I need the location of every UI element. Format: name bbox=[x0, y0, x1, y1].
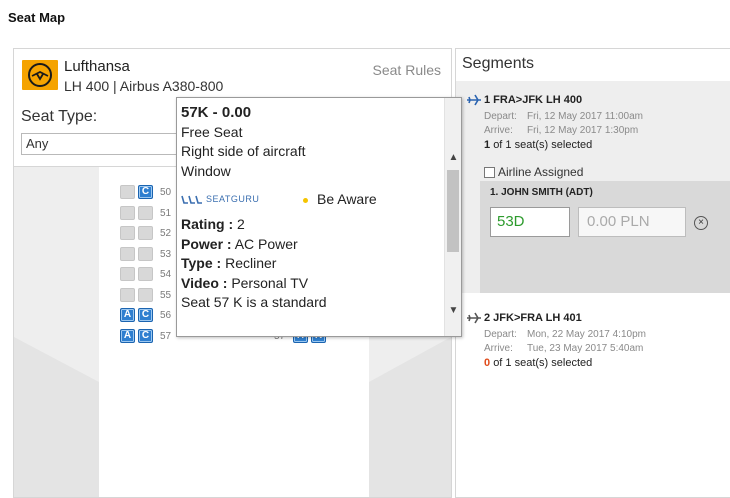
scroll-up-icon[interactable]: ▲ bbox=[445, 150, 461, 166]
arrive-value: Fri, 12 May 2017 1:30pm bbox=[527, 125, 639, 136]
seat-available[interactable]: C bbox=[138, 185, 153, 199]
seat-occupied bbox=[120, 267, 135, 281]
power-label: Power : bbox=[181, 235, 232, 252]
passenger-name: 1. JOHN SMITH (ADT) bbox=[490, 187, 593, 198]
rating-value: 2 bbox=[237, 216, 245, 232]
seatguru-row: SEATGURU Be Aware bbox=[181, 185, 443, 215]
selected-count-value: 0 bbox=[484, 357, 491, 369]
seat-occupied bbox=[120, 205, 135, 220]
rating-label: Rating : bbox=[181, 216, 234, 232]
depart-label: Depart: bbox=[484, 111, 517, 122]
airline-assigned-option[interactable]: Airline Assigned bbox=[484, 165, 583, 179]
seat-occupied bbox=[120, 226, 135, 240]
seat-available[interactable]: C bbox=[138, 308, 153, 322]
seat-available[interactable]: A bbox=[120, 328, 135, 343]
flight-info: LH 400 | Airbus A380-800 bbox=[64, 78, 224, 94]
segments-title: Segments bbox=[462, 55, 535, 72]
seatguru-logo: SEATGURU bbox=[181, 190, 291, 210]
tooltip-line-window: Window bbox=[181, 162, 231, 179]
type-value: Recliner bbox=[225, 255, 277, 271]
depart-value: Mon, 22 May 2017 4:10pm bbox=[527, 329, 646, 340]
arrive-value: Tue, 23 May 2017 5:40am bbox=[527, 343, 644, 354]
be-aware-dot-icon bbox=[303, 197, 308, 203]
type-row: Type : Recliner bbox=[181, 254, 443, 274]
video-row: Video : Personal TV bbox=[181, 274, 443, 294]
segments-panel: Segments 1 FRA>JFK LH 400 Depart: Fri, 12… bbox=[455, 48, 730, 498]
video-value: Personal TV bbox=[231, 274, 309, 291]
row-number: 55 bbox=[160, 289, 172, 301]
seat-info-tooltip: 57K - 0.00 Free Seat Right side of aircr… bbox=[176, 97, 462, 337]
seat-occupied bbox=[138, 246, 153, 261]
rating-row: Rating : 2 bbox=[181, 215, 443, 235]
seat-number-input[interactable]: 53D bbox=[490, 207, 570, 237]
plane-icon bbox=[467, 312, 481, 324]
arrive-row: Arrive: Tue, 23 May 2017 5:40am bbox=[484, 343, 643, 354]
row-number: 56 bbox=[160, 310, 172, 321]
seat-type-select[interactable]: Any bbox=[21, 133, 191, 155]
depart-row: Depart: Fri, 12 May 2017 11:00am bbox=[484, 111, 643, 122]
segment-heading: 2 JFK>FRA LH 401 bbox=[484, 312, 582, 324]
tooltip-description: Seat 57 K is a standard bbox=[181, 294, 327, 310]
passenger-seat-assignment: 1. JOHN SMITH (ADT) 53D 0.00 PLN × bbox=[480, 181, 730, 293]
plane-icon bbox=[467, 94, 481, 106]
clear-seat-icon[interactable]: × bbox=[694, 216, 708, 230]
page-title: Seat Map bbox=[8, 10, 66, 25]
seat-occupied bbox=[138, 267, 153, 281]
seat-occupied bbox=[120, 246, 135, 261]
seat-occupied bbox=[138, 226, 153, 240]
depart-value: Fri, 12 May 2017 11:00am bbox=[527, 111, 643, 122]
seat-occupied bbox=[120, 185, 135, 199]
lufthansa-logo-icon bbox=[22, 60, 58, 90]
seat-available[interactable]: A bbox=[120, 308, 135, 322]
power-row: Power : AC Power bbox=[181, 235, 443, 255]
row-number: 52 bbox=[160, 228, 172, 239]
selected-count: 1 of 1 seat(s) selected bbox=[484, 139, 592, 151]
seat-type-label: Seat Type: bbox=[21, 108, 98, 125]
tooltip-title: 57K - 0.00 bbox=[181, 104, 252, 121]
seat-occupied bbox=[120, 287, 135, 302]
selected-count-text: of 1 seat(s) selected bbox=[493, 139, 593, 151]
tooltip-scrollbar[interactable]: ▲ ▼ bbox=[444, 98, 461, 336]
row-number: 50 bbox=[160, 187, 172, 198]
arrive-label: Arrive: bbox=[484, 125, 513, 136]
seat-price-field: 0.00 PLN bbox=[578, 207, 686, 237]
seat-occupied bbox=[138, 287, 153, 302]
scroll-thumb[interactable] bbox=[447, 170, 459, 252]
depart-row: Depart: Mon, 22 May 2017 4:10pm bbox=[484, 329, 646, 340]
seatguru-logo-text: SEATGURU bbox=[206, 194, 260, 205]
row-number: 51 bbox=[160, 207, 172, 219]
scroll-down-icon[interactable]: ▼ bbox=[445, 303, 461, 319]
selected-count-value: 1 bbox=[484, 139, 491, 151]
selected-count: 0 of 1 seat(s) selected bbox=[484, 357, 592, 369]
airline-assigned-label: Airline Assigned bbox=[498, 165, 584, 179]
row-number: 54 bbox=[160, 269, 172, 280]
video-label: Video : bbox=[181, 274, 228, 291]
segment-heading: 1 FRA>JFK LH 400 bbox=[484, 94, 583, 106]
tooltip-line-side: Right side of aircraft bbox=[181, 143, 306, 159]
segment-2[interactable]: 2 JFK>FRA LH 401 Depart: Mon, 22 May 2017… bbox=[456, 299, 730, 379]
be-aware-label: Be Aware bbox=[317, 191, 377, 208]
depart-label: Depart: bbox=[484, 329, 517, 340]
seat-available[interactable]: C bbox=[138, 328, 153, 343]
airline-name: Lufthansa bbox=[64, 58, 130, 75]
seat-rules-link[interactable]: Seat Rules bbox=[373, 62, 441, 78]
arrive-row: Arrive: Fri, 12 May 2017 1:30pm bbox=[484, 125, 638, 136]
row-number: 53 bbox=[160, 248, 172, 260]
segment-1[interactable]: 1 FRA>JFK LH 400 Depart: Fri, 12 May 2017… bbox=[456, 81, 730, 293]
seatguru-seats-icon bbox=[181, 195, 202, 204]
row-number: 57 bbox=[160, 330, 172, 342]
power-value: AC Power bbox=[234, 235, 298, 252]
airline-assigned-checkbox[interactable] bbox=[484, 166, 495, 178]
arrive-label: Arrive: bbox=[484, 343, 513, 354]
tooltip-line-free: Free Seat bbox=[181, 123, 243, 140]
selected-count-text: of 1 seat(s) selected bbox=[493, 357, 593, 369]
seat-occupied bbox=[138, 205, 153, 220]
type-label: Type : bbox=[181, 255, 222, 271]
